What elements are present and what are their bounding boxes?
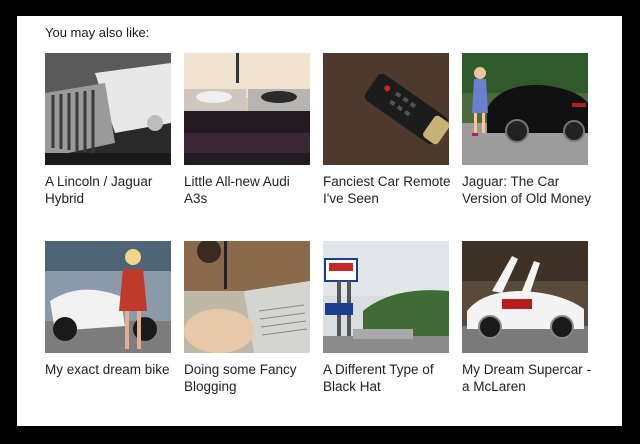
- post-thumbnail[interactable]: [462, 53, 588, 165]
- post-title[interactable]: Doing some Fancy Blogging: [184, 361, 314, 395]
- post-title[interactable]: A Different Type of Black Hat: [323, 361, 453, 395]
- related-post-card[interactable]: Little All-new Audi A3s: [184, 53, 310, 207]
- post-title[interactable]: My Dream Supercar - a McLaren: [462, 361, 592, 395]
- post-title[interactable]: A Lincoln / Jaguar Hybrid: [45, 173, 175, 207]
- post-thumbnail[interactable]: [45, 241, 171, 353]
- related-post-card[interactable]: Fanciest Car Remote I've Seen: [323, 53, 451, 207]
- post-title[interactable]: Fanciest Car Remote I've Seen: [323, 173, 453, 207]
- related-post-card[interactable]: Doing some Fancy Blogging: [184, 241, 310, 395]
- related-post-card[interactable]: My exact dream bike: [45, 241, 171, 378]
- post-thumbnail[interactable]: [462, 241, 588, 353]
- post-title[interactable]: Jaguar: The Car Version of Old Money: [462, 173, 592, 207]
- related-post-card[interactable]: A Lincoln / Jaguar Hybrid: [45, 53, 171, 207]
- post-thumbnail[interactable]: [323, 53, 449, 165]
- post-thumbnail[interactable]: [45, 53, 171, 165]
- section-heading: You may also like:: [45, 25, 150, 40]
- related-post-card[interactable]: My Dream Supercar - a McLaren: [462, 241, 591, 395]
- post-thumbnail[interactable]: [184, 241, 310, 353]
- post-title[interactable]: My exact dream bike: [45, 361, 175, 378]
- related-posts-widget: You may also like: A Lincoln / Jaguar Hy…: [17, 16, 622, 426]
- post-thumbnail[interactable]: [323, 241, 449, 353]
- related-post-card[interactable]: Jaguar: The Car Version of Old Money: [462, 53, 591, 207]
- post-thumbnail[interactable]: [184, 53, 310, 165]
- related-post-card[interactable]: A Different Type of Black Hat: [323, 241, 449, 395]
- post-title[interactable]: Little All-new Audi A3s: [184, 173, 314, 207]
